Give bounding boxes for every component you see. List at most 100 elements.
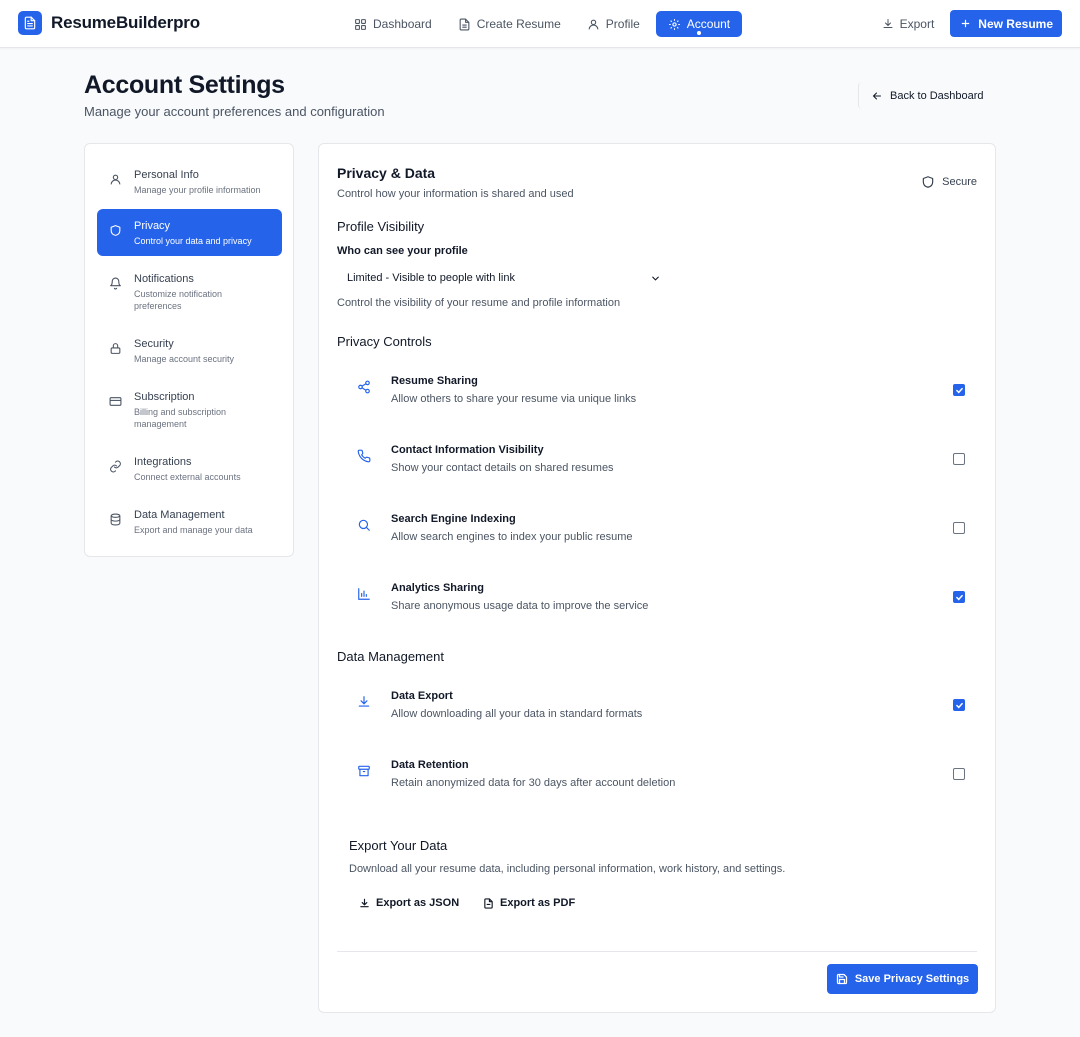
- export-data-title: Export Your Data: [349, 838, 448, 853]
- sidebar-item-title: Security: [134, 338, 174, 350]
- sidebar-item-privacy[interactable]: Privacy Control your data and privacy: [97, 209, 282, 256]
- sidebar-item-desc: Billing and subscription management: [134, 407, 227, 429]
- nav-profile[interactable]: Profile: [577, 11, 650, 37]
- control-title: Analytics Sharing: [391, 582, 484, 594]
- sidebar-item-desc: Customize notification preferences: [134, 289, 223, 311]
- secure-label: Secure: [942, 176, 977, 188]
- nav-dashboard-label: Dashboard: [373, 17, 432, 31]
- document-icon: [483, 897, 494, 909]
- control-analytics-sharing: Analytics Sharing Share anonymous usage …: [337, 575, 977, 627]
- database-icon: [109, 513, 123, 526]
- download-icon: [359, 898, 370, 909]
- control-desc: Allow search engines to index your publi…: [391, 531, 633, 543]
- document-icon: [458, 18, 471, 31]
- sidebar-item-notifications[interactable]: Notifications Customize notification pref…: [97, 262, 282, 320]
- sidebar-item-title: Data Management: [134, 509, 225, 521]
- sidebar-item-personal-info[interactable]: Personal Info Manage your profile informa…: [97, 158, 282, 204]
- export-pdf-label: Export as PDF: [500, 897, 576, 909]
- search-icon: [357, 518, 371, 532]
- nav-create-resume-label: Create Resume: [476, 17, 561, 31]
- page-title: Account Settings: [84, 71, 285, 99]
- sidebar-item-title: Privacy: [134, 220, 171, 232]
- export-json-label: Export as JSON: [376, 897, 460, 909]
- control-data-retention: Data Retention Retain anonymized data fo…: [337, 752, 977, 804]
- sidebar-item-data-management[interactable]: Data Management Export and manage your da…: [97, 498, 282, 544]
- sidebar-item-desc: Control your data and privacy: [134, 236, 252, 246]
- export-json-button[interactable]: Export as JSON: [349, 892, 469, 914]
- lock-icon: [109, 342, 123, 355]
- visibility-select[interactable]: Limited - Visible to people with link: [337, 267, 667, 289]
- data-management-title: Data Management: [337, 649, 444, 664]
- data-export-checkbox[interactable]: [953, 699, 965, 711]
- sidebar-item-desc: Manage account security: [134, 354, 235, 364]
- sidebar-item-subscription[interactable]: Subscription Billing and subscription man…: [97, 380, 282, 438]
- new-resume-button[interactable]: New Resume: [950, 10, 1062, 37]
- chevron-down-icon: [650, 273, 661, 284]
- back-to-dashboard-button[interactable]: Back to Dashboard: [858, 82, 996, 109]
- dashboard-icon: [354, 18, 367, 31]
- control-desc: Retain anonymized data for 30 days after…: [391, 777, 676, 789]
- share-icon: [357, 380, 371, 394]
- divider: [337, 951, 977, 952]
- control-desc: Allow others to share your resume via un…: [391, 393, 637, 405]
- gear-icon: [668, 18, 681, 31]
- download-icon: [357, 695, 371, 709]
- profile-visibility-title: Profile Visibility: [337, 219, 425, 234]
- sidebar-item-title: Personal Info: [134, 169, 199, 181]
- privacy-settings-card: Privacy & Data Control how your informat…: [318, 143, 996, 1013]
- sidebar-item-desc: Connect external accounts: [134, 472, 241, 482]
- sidebar-item-desc: Manage your profile information: [134, 185, 261, 195]
- resume-logo-icon[interactable]: [18, 11, 42, 35]
- section-subtitle: Control how your information is shared a…: [337, 188, 574, 200]
- sidebar-item-title: Subscription: [134, 391, 195, 403]
- phone-icon: [357, 449, 371, 463]
- shield-icon: [921, 175, 935, 189]
- credit-card-icon: [109, 395, 123, 408]
- control-title: Contact Information Visibility: [391, 444, 544, 456]
- archive-icon: [357, 764, 371, 778]
- data-retention-checkbox[interactable]: [953, 768, 965, 780]
- export-pdf-button[interactable]: Export as PDF: [473, 892, 585, 914]
- visibility-hint: Control the visibility of your resume an…: [337, 297, 621, 309]
- sidebar-item-title: Integrations: [134, 456, 192, 468]
- nav-create-resume[interactable]: Create Resume: [448, 11, 571, 37]
- main-nav: Dashboard Create Resume Profile Account: [344, 11, 743, 37]
- user-icon: [109, 173, 123, 186]
- sidebar-item-integrations[interactable]: Integrations Connect external accounts: [97, 445, 282, 491]
- export-label: Export: [899, 16, 935, 31]
- settings-sidebar: Personal Info Manage your profile informa…: [84, 143, 294, 557]
- sidebar-item-security[interactable]: Security Manage account security: [97, 327, 282, 373]
- nav-dashboard[interactable]: Dashboard: [344, 11, 442, 37]
- sidebar-item-desc: Export and manage your data: [134, 525, 253, 535]
- back-label: Back to Dashboard: [890, 89, 984, 102]
- control-desc: Allow downloading all your data in stand…: [391, 708, 643, 720]
- resume-sharing-checkbox[interactable]: [953, 384, 965, 396]
- download-icon: [882, 18, 894, 30]
- section-title: Privacy & Data: [337, 165, 436, 181]
- privacy-controls-title: Privacy Controls: [337, 334, 432, 349]
- export-data-desc: Download all your resume data, including…: [349, 863, 786, 875]
- search-indexing-checkbox[interactable]: [953, 522, 965, 534]
- sidebar-item-title: Notifications: [134, 273, 194, 285]
- top-actions: Export New Resume: [882, 10, 1062, 37]
- control-resume-sharing: Resume Sharing Allow others to share you…: [337, 368, 977, 420]
- export-button[interactable]: Export: [882, 16, 935, 31]
- top-navigation-bar: ResumeBuilderpro Dashboard Create Resume…: [0, 0, 1080, 48]
- analytics-sharing-checkbox[interactable]: [953, 591, 965, 603]
- save-icon: [836, 973, 848, 985]
- contact-visibility-checkbox[interactable]: [953, 453, 965, 465]
- nav-account[interactable]: Account: [655, 11, 743, 37]
- control-contact-visibility: Contact Information Visibility Show your…: [337, 437, 977, 489]
- page-subtitle: Manage your account preferences and conf…: [84, 104, 385, 119]
- new-resume-label: New Resume: [978, 16, 1053, 31]
- link-icon: [109, 460, 123, 473]
- control-title: Resume Sharing: [391, 375, 478, 387]
- control-title: Data Export: [391, 690, 453, 702]
- brand-name[interactable]: ResumeBuilderpro: [51, 13, 200, 33]
- nav-profile-label: Profile: [605, 17, 640, 31]
- control-desc: Show your contact details on shared resu…: [391, 462, 614, 474]
- visibility-label: Who can see your profile: [337, 245, 468, 257]
- nav-account-label: Account: [686, 17, 731, 31]
- save-privacy-settings-button[interactable]: Save Privacy Settings: [827, 964, 978, 994]
- plus-icon: [960, 18, 971, 29]
